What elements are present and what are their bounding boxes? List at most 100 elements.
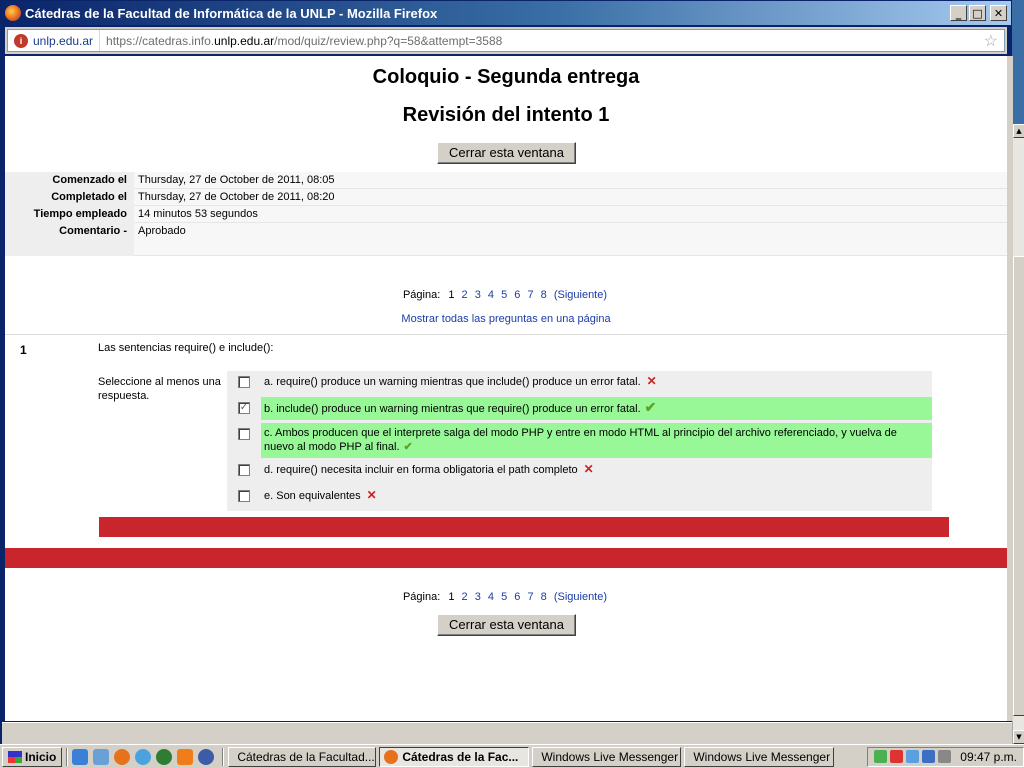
page-link-3[interactable]: 3 <box>475 591 481 603</box>
site-identity-label: unlp.edu.ar <box>33 33 94 48</box>
scroll-up-arrow-icon[interactable]: ▲ <box>1013 124 1024 138</box>
answer-text-a: a. require() produce un warning mientras… <box>264 376 641 388</box>
taskbar-item-firefox-1[interactable]: Cátedras de la Facultad... <box>228 746 377 767</box>
comment-label: Comentario - <box>5 223 134 256</box>
comment-value: Aprobado <box>134 223 1007 256</box>
answer-checkbox-b[interactable]: ✓ <box>238 402 250 414</box>
page-link-4[interactable]: 4 <box>488 591 494 603</box>
internet-explorer-icon[interactable] <box>72 748 89 765</box>
windows-logo-icon <box>8 750 22 763</box>
system-tray: 09:47 p.m. <box>867 746 1024 767</box>
task-label: Cátedras de la Fac... <box>402 749 519 764</box>
start-button[interactable]: Inicio <box>2 746 63 767</box>
incorrect-cross-icon: ✕ <box>583 462 594 476</box>
taskbar-item-messenger-2[interactable]: Windows Live Messenger <box>684 746 835 767</box>
answer-list: a. require() produce un warning mientras… <box>227 371 932 511</box>
page-link-7[interactable]: 7 <box>527 591 533 603</box>
page-link-2[interactable]: 2 <box>462 289 468 301</box>
answer-option-e: e. Son equivalentes ✕ <box>227 485 932 511</box>
incorrect-cross-icon: ✕ <box>646 374 657 388</box>
table-row: Comentario - Aprobado <box>5 223 1007 256</box>
started-value: Thursday, 27 de October de 2011, 08:05 <box>134 172 1007 189</box>
time-taken-value: 14 minutos 53 segundos <box>134 206 1007 223</box>
taskbar-separator <box>66 747 69 766</box>
taskbar-item-messenger-1[interactable]: Windows Live Messenger <box>532 746 682 767</box>
answer-checkbox-a[interactable] <box>238 376 250 388</box>
question-divider <box>5 334 1007 335</box>
vlc-icon[interactable] <box>177 748 194 765</box>
page-link-8[interactable]: 8 <box>541 591 547 603</box>
messenger-quicklaunch-icon[interactable] <box>135 748 152 765</box>
window-edge <box>1007 56 1013 721</box>
background-scrollbar[interactable]: ▲ ▼ <box>1012 124 1024 744</box>
volume-icon[interactable] <box>938 750 952 763</box>
taskbar: Inicio Cátedras de la Facultad... Cátedr… <box>0 744 1024 768</box>
scroll-down-arrow-icon[interactable]: ▼ <box>1013 730 1024 744</box>
page-link-5[interactable]: 5 <box>501 591 507 603</box>
next-page-link[interactable]: (Siguiente) <box>554 289 607 301</box>
network-icon[interactable] <box>874 750 888 763</box>
answer-checkbox-d[interactable] <box>238 464 250 476</box>
page-link-6[interactable]: 6 <box>514 591 520 603</box>
player-icon[interactable] <box>198 748 215 765</box>
site-identity-button[interactable]: i unlp.edu.ar <box>14 30 101 51</box>
url-path: /mod/quiz/review.php?q=58&attempt=3588 <box>274 33 503 48</box>
bookmark-star-icon[interactable]: ☆ <box>984 31 998 51</box>
window-title: Cátedras de la Facultad de Informática d… <box>25 5 438 21</box>
media-icon[interactable] <box>156 748 173 765</box>
answer-text-e: e. Son equivalentes <box>264 490 361 502</box>
desktop-icon[interactable] <box>93 748 110 765</box>
question-number: 1 <box>20 343 27 357</box>
close-window-page-button[interactable]: Cerrar esta ventana <box>437 614 576 636</box>
page-link-4[interactable]: 4 <box>488 289 494 301</box>
firefox-icon <box>5 5 21 21</box>
close-window-button[interactable]: ✕ <box>990 5 1007 21</box>
network-connection-icon[interactable] <box>922 750 936 763</box>
page-link-8[interactable]: 8 <box>541 289 547 301</box>
pagination-top: Página: 1 2 3 4 5 6 7 8 (Siguiente) <box>5 289 1007 301</box>
url-text[interactable]: https://catedras.info.unlp.edu.ar/mod/qu… <box>106 34 984 48</box>
page-link-3[interactable]: 3 <box>475 289 481 301</box>
attempt-summary-table: Comenzado el Thursday, 27 de October de … <box>5 172 1007 256</box>
clock[interactable]: 09:47 p.m. <box>960 750 1017 764</box>
close-window-page-button[interactable]: Cerrar esta ventana <box>437 142 576 164</box>
page-link-2[interactable]: 2 <box>462 591 468 603</box>
messenger-tray-icon[interactable] <box>906 750 920 763</box>
url-domain: unlp.edu.ar <box>214 33 275 48</box>
scroll-thumb[interactable] <box>1013 256 1024 716</box>
location-bar: i unlp.edu.ar https://catedras.info.unlp… <box>5 27 1007 54</box>
table-row: Completado el Thursday, 27 de October de… <box>5 189 1007 206</box>
security-alert-icon[interactable] <box>890 750 904 763</box>
answer-checkbox-e[interactable] <box>238 490 250 502</box>
question-grade-bar <box>5 548 1007 568</box>
started-label: Comenzado el <box>5 172 134 189</box>
title-bar[interactable]: Cátedras de la Facultad de Informática d… <box>1 1 1011 25</box>
next-page-link[interactable]: (Siguiente) <box>554 591 607 603</box>
firefox-quicklaunch-icon[interactable] <box>114 748 131 765</box>
table-row: Comenzado el Thursday, 27 de October de … <box>5 172 1007 189</box>
answer-option-c: c. Ambos producen que el interprete salg… <box>227 423 932 459</box>
table-row: Tiempo empleado 14 minutos 53 segundos <box>5 206 1007 223</box>
show-all-questions-link[interactable]: Mostrar todas las preguntas en una págin… <box>5 313 1007 325</box>
page-link-5[interactable]: 5 <box>501 289 507 301</box>
maximize-button[interactable]: □ <box>969 5 986 21</box>
question-feedback-bar <box>99 517 949 537</box>
taskbar-item-firefox-2[interactable]: Cátedras de la Fac... <box>379 746 530 767</box>
answer-checkbox-c[interactable] <box>238 428 250 440</box>
question-prompt: Seleccione al menos una respuesta. <box>98 376 221 402</box>
task-label: Windows Live Messenger <box>693 749 831 764</box>
pagination-label: Página: <box>402 591 441 603</box>
minimize-button[interactable]: _ <box>950 5 967 21</box>
completed-value: Thursday, 27 de October de 2011, 08:20 <box>134 189 1007 206</box>
site-favicon-icon: i <box>14 33 28 48</box>
page-link-7[interactable]: 7 <box>527 289 533 301</box>
page-link-6[interactable]: 6 <box>514 289 520 301</box>
incorrect-cross-icon: ✕ <box>366 488 377 502</box>
page-subtitle: Revisión del intento 1 <box>402 104 610 126</box>
current-page: 1 <box>448 289 455 301</box>
start-label: Inicio <box>25 749 57 764</box>
url-field[interactable]: i unlp.edu.ar https://catedras.info.unlp… <box>7 29 1005 52</box>
answer-text-b: b. include() produce un warning mientras… <box>264 403 641 415</box>
time-taken-label: Tiempo empleado <box>5 206 134 223</box>
answer-option-b: ✓ b. include() produce un warning mientr… <box>227 397 932 423</box>
